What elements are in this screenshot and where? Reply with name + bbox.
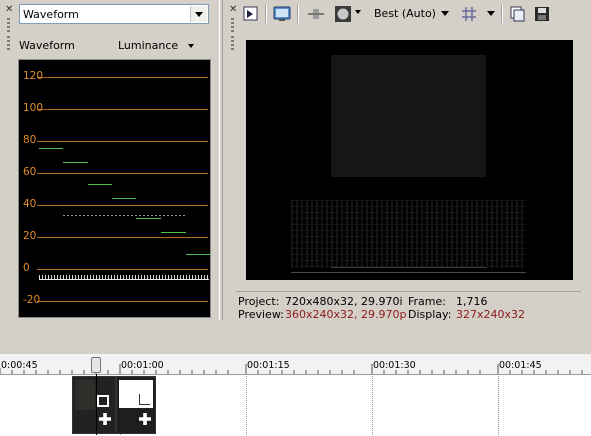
waveform-trace-black-line xyxy=(39,279,209,280)
preview-grip-handle-lower[interactable] xyxy=(231,36,234,52)
scope-mode-label: Luminance xyxy=(118,39,179,52)
gridline xyxy=(37,141,208,142)
split-screen-icon[interactable] xyxy=(306,4,326,24)
time-gridline xyxy=(372,374,373,435)
tick-label: 40 xyxy=(23,198,37,210)
timeline-header xyxy=(0,320,591,354)
scope-mode-dropdown[interactable]: Luminance xyxy=(118,39,194,52)
video-preview-frame xyxy=(246,40,573,280)
waveform-display: 120 100 80 60 40 20 0 -20 xyxy=(18,59,211,318)
scope-type-value: Waveform xyxy=(23,8,79,21)
tick-label: 60 xyxy=(23,166,37,178)
time-ruler[interactable]: 0:00:45 00:01:00 00:01:15 00:01:30 00:01… xyxy=(0,354,591,375)
gridline xyxy=(37,269,208,270)
gridline xyxy=(37,205,208,206)
grid-icon[interactable] xyxy=(459,4,479,24)
chevron-down-icon[interactable] xyxy=(441,11,449,16)
ruler-label: 00:01:00 xyxy=(121,360,164,371)
chevron-down-icon[interactable] xyxy=(190,6,207,22)
waveform-trace xyxy=(88,184,112,185)
frame-value: 1,716 xyxy=(456,295,488,308)
ruler-label: 00:01:30 xyxy=(373,360,416,371)
waveform-trace xyxy=(63,162,88,163)
preview-static-noise xyxy=(291,200,526,268)
playhead-handle[interactable] xyxy=(91,357,101,373)
time-gridline xyxy=(498,374,499,435)
preview-dim-rectangle xyxy=(331,55,486,177)
tick-label: 100 xyxy=(23,102,44,114)
frame-label: Frame: xyxy=(408,295,446,308)
tick-label: 20 xyxy=(23,230,37,242)
playhead-line xyxy=(96,374,97,435)
event-fx-icon[interactable] xyxy=(139,413,151,425)
waveform-trace xyxy=(186,254,210,255)
preview-properties-icon[interactable] xyxy=(241,4,261,24)
clip-thumbnail xyxy=(75,380,95,410)
preview-line xyxy=(331,267,486,268)
scope-grip-handle[interactable] xyxy=(7,18,10,34)
preview-close-icon[interactable]: ✕ xyxy=(229,5,237,15)
project-value: 720x480x32, 29.970i xyxy=(285,295,403,308)
overlays-icon[interactable] xyxy=(333,4,353,24)
tick-label: -20 xyxy=(23,294,41,306)
tick-label: 120 xyxy=(23,70,44,82)
pan-crop-icon[interactable] xyxy=(97,395,109,407)
scope-type-select[interactable]: Waveform xyxy=(19,4,209,24)
panel-divider[interactable] xyxy=(219,0,223,320)
scope-grip-handle-lower[interactable] xyxy=(7,36,10,52)
waveform-trace xyxy=(161,232,186,233)
gridline xyxy=(37,109,208,110)
toolbar-separator xyxy=(265,5,267,23)
chevron-down-icon[interactable] xyxy=(487,11,495,16)
waveform-trace xyxy=(39,148,63,149)
toolbar-separator xyxy=(297,5,299,23)
gridline xyxy=(37,173,208,174)
preview-info-bar: Project: 720x480x32, 29.970i Frame: 1,71… xyxy=(236,291,581,322)
video-event-clip[interactable] xyxy=(72,376,116,434)
time-gridline xyxy=(246,374,247,435)
gridline xyxy=(37,237,208,238)
preview-grip-handle[interactable] xyxy=(231,18,234,34)
chevron-down-icon xyxy=(187,44,194,48)
pan-crop-icon[interactable] xyxy=(139,394,150,405)
ruler-label: 00:01:45 xyxy=(499,360,542,371)
tick-label: 80 xyxy=(23,134,37,146)
toolbar-separator xyxy=(501,5,503,23)
gridline xyxy=(37,301,208,302)
gridline xyxy=(37,77,208,78)
preview-line xyxy=(291,272,526,273)
tick-label: 0 xyxy=(23,262,30,274)
video-event-clip[interactable] xyxy=(116,376,156,434)
ruler-label: 0:00:45 xyxy=(1,360,38,371)
save-snapshot-icon[interactable] xyxy=(532,4,552,24)
chevron-down-icon[interactable] xyxy=(355,10,361,14)
waveform-trace-noise xyxy=(63,215,187,216)
event-fx-icon[interactable] xyxy=(99,413,111,425)
copy-snapshot-icon[interactable] xyxy=(507,4,527,24)
project-label: Project: xyxy=(238,295,280,308)
waveform-trace xyxy=(136,218,161,219)
video-monitor-icon[interactable] xyxy=(272,4,292,24)
video-scopes-panel: ✕ Waveform Waveform Luminance 120 100 80… xyxy=(0,0,218,320)
scope-close-icon[interactable]: ✕ xyxy=(5,5,13,15)
waveform-trace xyxy=(112,198,136,199)
scope-title: Waveform xyxy=(19,39,75,52)
ruler-label: 00:01:15 xyxy=(247,360,290,371)
preview-quality-label[interactable]: Best (Auto) xyxy=(374,7,436,20)
